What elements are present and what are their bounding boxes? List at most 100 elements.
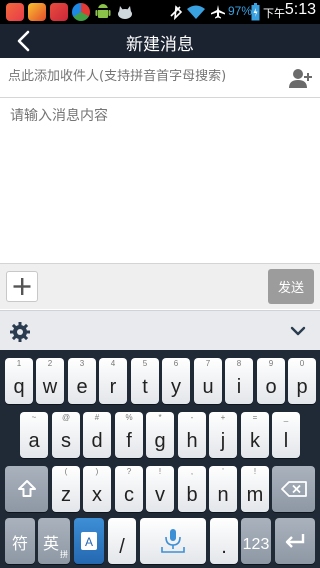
key-label: n xyxy=(217,484,229,506)
enter-key[interactable] xyxy=(275,518,315,564)
chevron-down-icon[interactable] xyxy=(290,325,306,337)
key-label: w xyxy=(42,376,58,398)
key-alt-label: 8 xyxy=(236,359,242,368)
keyboard: 1q 2w 3e 4r 5t 6y 7u 8i 9o 0p ~ a @ s # d %… xyxy=(0,350,320,568)
battery-icon xyxy=(251,3,260,21)
attach-button[interactable] xyxy=(6,271,38,302)
key-alt-label: 3 xyxy=(79,359,85,368)
key-v[interactable]: ! v xyxy=(146,466,174,512)
backspace-icon xyxy=(281,481,307,497)
key-label: r xyxy=(109,376,117,398)
app-notification-icon xyxy=(28,3,46,21)
key-alt-label: 7 xyxy=(205,359,211,368)
key-label: j xyxy=(220,430,226,452)
numbers-label: 123 xyxy=(242,536,270,553)
key-label: x xyxy=(92,484,102,506)
key-alt-label: _ xyxy=(283,413,289,422)
period-key[interactable]: . xyxy=(210,518,238,564)
key-f[interactable]: % f xyxy=(115,412,143,458)
key-n[interactable]: ' n xyxy=(209,466,237,512)
key-alt-label: 4 xyxy=(110,359,116,368)
key-label: e xyxy=(76,376,88,398)
key-label: . xyxy=(221,536,227,558)
key-alt-label: 5 xyxy=(142,359,148,368)
key-d[interactable]: # d xyxy=(83,412,111,458)
space-key[interactable] xyxy=(140,518,206,564)
key-b[interactable]: ,b xyxy=(178,466,206,512)
key-i[interactable]: 8i xyxy=(225,358,253,404)
key-a[interactable]: ~ a xyxy=(20,412,48,458)
enter-icon xyxy=(285,534,305,548)
compose-bar: 发送 xyxy=(0,263,320,309)
key-m[interactable]: ! m xyxy=(241,466,269,512)
key-label: p xyxy=(296,376,308,398)
send-button[interactable]: 发送 xyxy=(268,269,314,304)
key-label: g xyxy=(154,430,166,452)
key-q[interactable]: 1q xyxy=(5,358,33,404)
key-x[interactable]: ) x xyxy=(83,466,111,512)
key-alt-label: 1 xyxy=(16,359,22,368)
key-label: l xyxy=(283,430,289,452)
status-bar: 97% 下午 5:13 xyxy=(0,0,320,24)
key-p[interactable]: 0p xyxy=(288,358,316,404)
key-label: u xyxy=(202,376,214,398)
airplane-icon xyxy=(211,5,225,19)
key-alt-label: 0 xyxy=(299,359,305,368)
key-alt-label: ) xyxy=(95,467,99,476)
input-mode-key[interactable]: A xyxy=(74,518,104,564)
key-alt-label: * xyxy=(158,413,162,422)
add-contact-icon xyxy=(289,69,312,88)
key-alt-label: # xyxy=(94,413,100,422)
symbols-label: 符 xyxy=(11,534,28,553)
key-label: q xyxy=(13,376,25,398)
key-label: k xyxy=(250,430,260,452)
key-g[interactable]: * g xyxy=(146,412,174,458)
key-y[interactable]: 6y xyxy=(162,358,190,404)
key-alt-label: 6 xyxy=(173,359,179,368)
slash-key[interactable]: / xyxy=(108,518,136,564)
language-key[interactable]: 英 拼 xyxy=(38,518,70,564)
symbols-key[interactable]: 符 xyxy=(5,518,35,564)
key-s[interactable]: @ s xyxy=(52,412,80,458)
key-label: t xyxy=(142,376,148,398)
message-input[interactable] xyxy=(10,108,310,124)
key-label: a xyxy=(28,430,40,452)
key-j[interactable]: + j xyxy=(209,412,237,458)
key-label: b xyxy=(186,484,198,506)
android-icon xyxy=(95,4,111,18)
key-alt-label: ~ xyxy=(31,413,37,422)
key-label: f xyxy=(126,430,132,452)
key-t[interactable]: 5t xyxy=(131,358,159,404)
key-alt-label: ( xyxy=(64,467,68,476)
time-period: 下午 xyxy=(263,7,285,20)
battery-percent: 97% xyxy=(228,4,253,18)
key-alt-label: ' xyxy=(222,467,224,476)
key-label: z xyxy=(61,484,71,506)
app-notification-icon xyxy=(6,3,24,21)
key-label: s xyxy=(61,430,71,452)
key-e[interactable]: 3e xyxy=(68,358,96,404)
key-u[interactable]: 7u xyxy=(194,358,222,404)
add-contact-button[interactable] xyxy=(288,67,312,89)
key-alt-label: ! xyxy=(158,467,162,476)
key-alt-label: % xyxy=(125,413,133,422)
key-r[interactable]: 4r xyxy=(99,358,127,404)
keyboard-toolbar xyxy=(0,310,320,350)
shift-key[interactable] xyxy=(5,466,48,512)
key-z[interactable]: (z xyxy=(52,466,80,512)
mute-icon xyxy=(170,5,183,20)
key-w[interactable]: 2w xyxy=(36,358,64,404)
gear-icon[interactable] xyxy=(9,321,31,343)
backspace-key[interactable] xyxy=(272,466,315,512)
microphone-icon xyxy=(161,529,185,553)
recipients-input[interactable] xyxy=(8,69,278,84)
key-alt-label: , xyxy=(190,467,194,476)
key-c[interactable]: ? c xyxy=(115,466,143,512)
key-l[interactable]: _ l xyxy=(272,412,300,458)
numbers-key[interactable]: 123 xyxy=(241,518,271,564)
key-o[interactable]: 9o xyxy=(257,358,285,404)
key-k[interactable]: = k xyxy=(241,412,269,458)
key-h[interactable]: -h xyxy=(178,412,206,458)
browser-notification-icon xyxy=(72,3,90,21)
key-label: h xyxy=(186,430,198,452)
